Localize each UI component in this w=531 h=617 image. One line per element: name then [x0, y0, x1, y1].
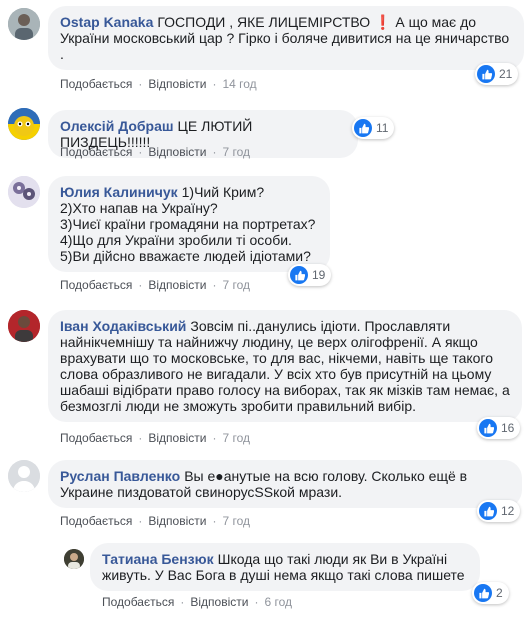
reply-link[interactable]: Відповісти	[148, 431, 206, 445]
comment-actions: Подобається · Відповісти · 6 год	[102, 595, 292, 609]
reaction-count[interactable]: 12	[477, 500, 521, 522]
reaction-count[interactable]: 16	[477, 417, 521, 439]
reaction-count[interactable]: 19	[288, 264, 332, 286]
author-name[interactable]: Олексій Добраш	[60, 118, 174, 134]
thumbs-up-icon	[354, 119, 372, 137]
separator-dot: ·	[138, 278, 143, 292]
separator-dot: ·	[138, 431, 143, 445]
comment-actions: Подобається · Відповісти · 7 год	[60, 514, 250, 528]
author-name[interactable]: Юлия Калиничук	[60, 184, 178, 200]
author-name[interactable]: Іван Ходаківський	[60, 318, 186, 334]
reaction-count[interactable]: 11	[352, 117, 395, 139]
separator-dot: ·	[138, 77, 143, 91]
thumbs-up-icon	[479, 502, 497, 520]
author-name[interactable]: Татиана Бензюк	[102, 551, 214, 567]
separator-dot: ·	[212, 145, 217, 159]
like-link[interactable]: Подобається	[102, 595, 174, 609]
timestamp[interactable]: 7 год	[222, 278, 250, 292]
like-link[interactable]: Подобається	[60, 145, 132, 159]
separator-dot: ·	[212, 431, 217, 445]
reply-link[interactable]: Відповісти	[148, 278, 206, 292]
thumbs-up-icon	[474, 584, 492, 602]
separator-dot: ·	[254, 595, 259, 609]
timestamp[interactable]: 6 год	[264, 595, 292, 609]
separator-dot: ·	[212, 514, 217, 528]
comment-actions: Подобається · Відповісти · 7 год	[60, 431, 250, 445]
timestamp[interactable]: 7 год	[222, 145, 250, 159]
man-photo-avatar[interactable]	[8, 8, 40, 40]
flowers-avatar[interactable]	[8, 176, 40, 208]
reaction-number: 21	[499, 67, 513, 81]
thumbs-up-icon	[479, 419, 497, 437]
separator-dot: ·	[180, 595, 185, 609]
reaction-number: 11	[376, 121, 389, 135]
like-link[interactable]: Подобається	[60, 431, 132, 445]
comment-actions: Подобається · Відповісти · 7 год	[60, 145, 250, 159]
timestamp[interactable]: 14 год	[222, 77, 256, 91]
comment-bubble: Татиана Бензюк Шкода що такі люди як Ви в…	[90, 543, 480, 591]
timestamp[interactable]: 7 год	[222, 431, 250, 445]
author-name[interactable]: Руслан Павленко	[60, 468, 180, 484]
comment-actions: Подобається · Відповісти · 7 год	[60, 278, 250, 292]
like-link[interactable]: Подобається	[60, 77, 132, 91]
reaction-number: 2	[496, 586, 503, 600]
separator-dot: ·	[212, 278, 217, 292]
reply-link[interactable]: Відповісти	[148, 145, 206, 159]
separator-dot: ·	[138, 514, 143, 528]
yellow-blue-face-avatar[interactable]	[8, 108, 40, 140]
reaction-count[interactable]: 2	[472, 582, 509, 604]
comment-actions: Подобається · Відповісти · 14 год	[60, 77, 257, 91]
separator-dot: ·	[138, 145, 143, 159]
reaction-number: 19	[312, 268, 326, 282]
reaction-number: 16	[501, 421, 515, 435]
comment-bubble: Іван Ходаківський Зовсім пі..данулись іді…	[48, 310, 522, 422]
timestamp[interactable]: 7 год	[222, 514, 250, 528]
comment-bubble: Руслан Павленко Вы е●анутые на всю голову…	[48, 460, 522, 508]
author-name[interactable]: Ostap Kanaka	[60, 14, 153, 30]
man-red-background-avatar[interactable]	[8, 310, 40, 342]
comment-bubble: Ostap Kanaka ГОСПОДИ , ЯКЕ ЛИЦЕМІРСТВО ❗ …	[48, 6, 524, 70]
thumbs-up-icon	[477, 65, 495, 83]
thumbs-up-icon	[290, 266, 308, 284]
default-user-avatar[interactable]	[8, 460, 40, 492]
comment-bubble: Юлия Калиничук 1)Чий Крим? 2)Хто напав на…	[48, 176, 330, 272]
reaction-count[interactable]: 21	[475, 63, 519, 85]
reply-link[interactable]: Відповісти	[148, 514, 206, 528]
like-link[interactable]: Подобається	[60, 514, 132, 528]
like-link[interactable]: Подобається	[60, 278, 132, 292]
reply-link[interactable]: Відповісти	[148, 77, 206, 91]
woman-photo-avatar[interactable]	[64, 549, 84, 569]
separator-dot: ·	[212, 77, 217, 91]
reply-link[interactable]: Відповісти	[190, 595, 248, 609]
reaction-number: 12	[501, 504, 515, 518]
